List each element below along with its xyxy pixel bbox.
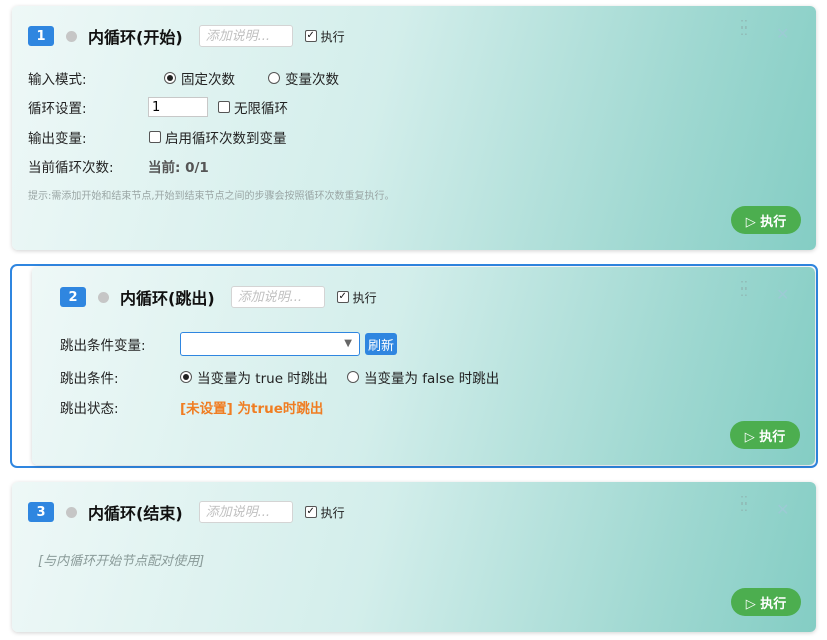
radio-unselected-icon	[347, 371, 359, 383]
infinite-loop-checkbox[interactable]: 无限循环	[218, 97, 288, 117]
radio-selected-icon	[180, 371, 192, 383]
status-dot	[66, 506, 77, 518]
execute-checkbox[interactable]: ✓ 执行	[304, 28, 345, 45]
note-input[interactable]	[198, 501, 293, 523]
node-title: 内循环(跳出)	[120, 289, 215, 308]
refresh-button[interactable]: 刷新	[365, 333, 398, 355]
close-icon[interactable]: ✕	[776, 24, 789, 43]
exit-status-label: 跳出状态:	[60, 401, 119, 417]
checkbox-unchecked-icon	[218, 101, 230, 113]
input-mode-label: 输入模式:	[28, 72, 87, 88]
node-title: 内循环(结束)	[88, 504, 183, 523]
run-button[interactable]: ▷ 执行	[731, 206, 801, 234]
execute-checkbox-label: 执行	[320, 505, 345, 520]
drag-handle-icon[interactable]: ⁚⁚ ⁚⁚	[739, 495, 749, 513]
note-input[interactable]	[230, 286, 325, 308]
drag-handle-icon[interactable]: ⁚⁚ ⁚⁚	[739, 19, 749, 37]
radio-exit-false-label: 当变量为 false 时跳出	[364, 371, 500, 387]
execute-checkbox[interactable]: ✓ 执行	[304, 504, 345, 521]
node-title: 内循环(开始)	[88, 28, 183, 47]
exit-status-value: [未设置] 为true时跳出	[180, 401, 324, 417]
radio-variable-count-label: 变量次数	[285, 72, 339, 88]
drag-handle-icon[interactable]: ⁚⁚ ⁚⁚	[739, 280, 749, 298]
exit-var-label: 跳出条件变量:	[60, 338, 146, 354]
hint-text: 提示:需添加开始和结束节点,开始到结束节点之间的步骤会按照循环次数重复执行。	[28, 191, 395, 202]
output-var-checkbox[interactable]: 启用循环次数到变量	[149, 127, 287, 147]
exit-condition-label: 跳出条件:	[60, 371, 119, 387]
execute-checkbox-label: 执行	[320, 29, 345, 44]
checkbox-checked-icon: ✓	[304, 506, 317, 518]
checkbox-unchecked-icon	[149, 131, 161, 143]
exit-var-select[interactable]: ▼	[180, 332, 360, 356]
execute-checkbox-label: 执行	[352, 290, 377, 305]
radio-variable-count[interactable]: 变量次数	[268, 68, 339, 88]
output-var-label: 输出变量:	[28, 131, 87, 147]
pair-usage-note: [与内循环开始节点配对使用]	[38, 554, 205, 569]
checkbox-checked-icon: ✓	[336, 291, 349, 303]
loop-start-node-card: 1 内循环(开始) ✓ 执行 ⁚⁚⁚⁚ ✕ 输入模式: 固定次数 变量次数 循环…	[12, 6, 816, 250]
radio-fixed-count[interactable]: 固定次数	[164, 68, 235, 88]
radio-exit-true[interactable]: 当变量为 true 时跳出	[180, 367, 328, 387]
note-input[interactable]	[198, 25, 293, 47]
loop-exit-node-card: 2 内循环(跳出) ✓ 执行 ⁚⁚⁚⁚ ✕ 跳出条件变量: ▼ 刷新 跳出条件:…	[32, 267, 815, 465]
loop-count-input[interactable]	[148, 97, 208, 117]
current-count-value: 当前: 0/1	[148, 160, 209, 176]
node-header: 1 内循环(开始) ✓ 执行	[28, 24, 345, 48]
node-number-badge: 2	[60, 287, 86, 307]
node-number-badge: 3	[28, 502, 54, 522]
loop-end-node-card: 3 内循环(结束) ✓ 执行 ⁚⁚⁚⁚ ✕ [与内循环开始节点配对使用] ▷ 执…	[12, 482, 816, 632]
run-button[interactable]: ▷ 执行	[730, 421, 800, 449]
output-var-checkbox-label: 启用循环次数到变量	[165, 131, 287, 147]
status-dot	[66, 30, 77, 42]
node-number-badge: 1	[28, 26, 54, 46]
execute-checkbox[interactable]: ✓ 执行	[336, 289, 377, 306]
current-count-label: 当前循环次数:	[28, 160, 114, 176]
infinite-loop-label: 无限循环	[234, 101, 288, 117]
status-dot	[98, 291, 109, 303]
radio-exit-false[interactable]: 当变量为 false 时跳出	[347, 367, 499, 387]
radio-selected-icon	[164, 72, 176, 84]
radio-exit-true-label: 当变量为 true 时跳出	[197, 371, 328, 387]
close-icon[interactable]: ✕	[776, 285, 789, 304]
caret-down-icon: ▼	[344, 338, 352, 349]
loop-setting-label: 循环设置:	[28, 101, 87, 117]
radio-unselected-icon	[268, 72, 280, 84]
node-header: 3 内循环(结束) ✓ 执行	[28, 500, 345, 524]
close-icon[interactable]: ✕	[776, 500, 789, 519]
radio-fixed-count-label: 固定次数	[181, 72, 235, 88]
checkbox-checked-icon: ✓	[304, 30, 317, 42]
node-header: 2 内循环(跳出) ✓ 执行	[60, 285, 377, 309]
run-button[interactable]: ▷ 执行	[731, 588, 801, 616]
